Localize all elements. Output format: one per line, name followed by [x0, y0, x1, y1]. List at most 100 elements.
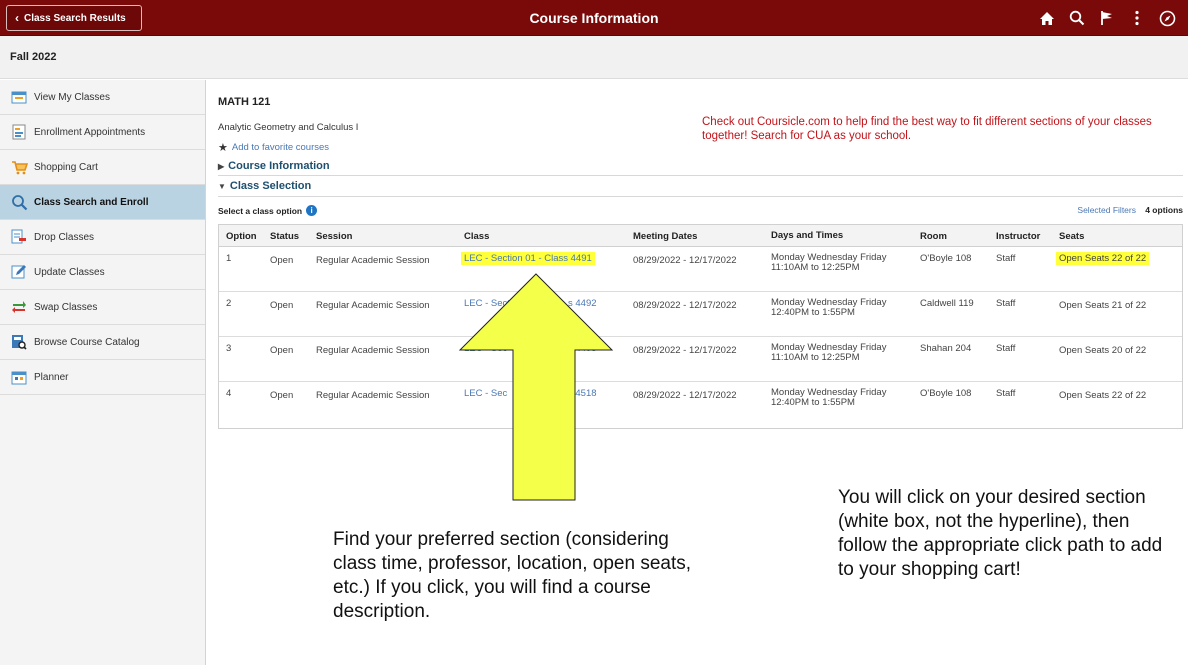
caret-down-icon: ▼	[218, 181, 226, 191]
row-class-link-tail[interactable]: s 4518	[568, 388, 597, 399]
row-session: Regular Academic Session	[316, 345, 430, 356]
class-option-row-3[interactable]: 3 Open Regular Academic Session LEC - Se…	[219, 337, 1182, 382]
class-option-row-4[interactable]: 4 Open Regular Academic Session LEC - Se…	[219, 382, 1182, 428]
page-title: Course Information	[529, 10, 659, 26]
row-session: Regular Academic Session	[316, 255, 430, 266]
sidebar-item-swap-classes[interactable]: Swap Classes	[0, 290, 205, 325]
row-days-and-times: Monday Wednesday Friday 11:10AM to 12:25P…	[771, 343, 886, 363]
catalog-icon	[10, 334, 28, 350]
compass-icon[interactable]	[1152, 0, 1182, 36]
row-times: 12:40PM to 1:55PM	[771, 397, 855, 408]
divider	[218, 175, 1183, 176]
header-option: Option	[226, 231, 257, 242]
row-option: 4	[226, 388, 232, 399]
instruction-note-click-section: You will click on your desired section (…	[838, 487, 1163, 580]
row-room: O'Boyle 108	[920, 388, 972, 399]
course-information-section-toggle[interactable]: ▶ Course Information	[218, 160, 330, 172]
search-icon	[10, 194, 28, 210]
sidebar-item-planner[interactable]: Planner	[0, 360, 205, 395]
class-options-bar: Select a class option i Selected Filters…	[218, 204, 1183, 218]
instruction-note-find-section: Find your preferred section (considering…	[333, 529, 692, 622]
sidebar-item-shopping-cart[interactable]: Shopping Cart	[0, 150, 205, 185]
sidebar-item-label: Browse Course Catalog	[34, 336, 140, 348]
options-count: 4 options	[1145, 205, 1183, 215]
sidebar-item-label: Update Classes	[34, 266, 105, 278]
term-bar: Fall 2022	[0, 36, 1188, 79]
row-meeting-dates: 08/29/2022 - 12/17/2022	[633, 255, 737, 266]
sidebar: View My Classes Enrollment Appointments …	[0, 80, 206, 665]
sidebar-item-view-my-classes[interactable]: View My Classes	[0, 80, 205, 115]
row-room: Caldwell 119	[920, 298, 974, 309]
row-instructor: Staff	[996, 253, 1016, 264]
cart-icon	[10, 159, 28, 175]
header-room: Room	[920, 231, 947, 242]
header-meeting-dates: Meeting Dates	[633, 231, 698, 242]
row-instructor: Staff	[996, 298, 1016, 309]
row-class-link[interactable]: LEC - Section 01 - Class 4491	[461, 252, 595, 265]
header-days-and-times: Days and Times	[771, 230, 844, 241]
row-days-and-times: Monday Wednesday Friday 12:40PM to 1:55PM	[771, 298, 886, 318]
top-actions	[1032, 0, 1182, 36]
course-code: MATH 121	[218, 96, 271, 108]
sidebar-item-update-classes[interactable]: Update Classes	[0, 255, 205, 290]
add-to-favorites-label: Add to favorite courses	[231, 142, 330, 153]
class-option-row-2[interactable]: 2 Open Regular Academic Session LEC - Se…	[219, 292, 1182, 337]
header-seats: Seats	[1059, 231, 1085, 242]
row-class-link[interactable]: LEC - Sec	[464, 388, 507, 399]
row-class-link[interactable]: LEC - Sec	[464, 343, 507, 354]
header-status: Status	[270, 231, 300, 242]
row-status: Open	[270, 300, 294, 311]
selected-filters-link[interactable]: Selected Filters	[1077, 205, 1136, 215]
sidebar-item-drop-classes[interactable]: Drop Classes	[0, 220, 205, 255]
sidebar-item-class-search-and-enroll[interactable]: Class Search and Enroll	[0, 185, 205, 220]
row-session: Regular Academic Session	[316, 300, 430, 311]
swap-icon	[10, 299, 28, 315]
row-meeting-dates: 08/29/2022 - 12/17/2022	[633, 390, 737, 401]
table-header: Option Status Session Class Meeting Date…	[219, 225, 1182, 247]
edit-icon	[10, 264, 28, 280]
row-seats: Open Seats 21 of 22	[1059, 300, 1147, 311]
sidebar-item-enrollment-appointments[interactable]: Enrollment Appointments	[0, 115, 205, 150]
calendar-icon	[10, 89, 28, 105]
row-times: 12:40PM to 1:55PM	[771, 307, 855, 318]
sidebar-item-label: View My Classes	[34, 91, 110, 103]
sidebar-item-browse-course-catalog[interactable]: Browse Course Catalog	[0, 325, 205, 360]
row-times: 11:10AM to 12:25PM	[771, 352, 860, 363]
row-days-and-times: Monday Wednesday Friday 11:10AM to 12:25P…	[771, 253, 886, 273]
row-room: Shahan 204	[920, 343, 972, 354]
home-icon[interactable]	[1032, 0, 1062, 36]
add-to-favorites-link[interactable]: ★ Add to favorite courses	[218, 141, 329, 154]
class-selection-section-toggle[interactable]: ▼ Class Selection	[218, 180, 311, 192]
course-information-heading: Course Information	[228, 160, 330, 172]
row-class-link[interactable]: LEC - Secti	[464, 298, 512, 309]
sidebar-item-label: Drop Classes	[34, 231, 95, 243]
sidebar-item-label: Class Search and Enroll	[34, 196, 149, 208]
back-button-label: Class Search Results	[24, 12, 126, 24]
divider	[218, 196, 1183, 197]
header-session: Session	[316, 231, 353, 242]
row-instructor: Staff	[996, 343, 1016, 354]
class-option-row-1[interactable]: 1 Open Regular Academic Session LEC - Se…	[219, 247, 1182, 292]
more-vertical-icon[interactable]	[1122, 0, 1152, 36]
sidebar-item-label: Planner	[34, 371, 69, 383]
row-instructor: Staff	[996, 388, 1016, 399]
appointment-icon	[10, 124, 28, 140]
top-bar: ‹ Class Search Results Course Informatio…	[0, 0, 1188, 36]
class-selection-heading: Class Selection	[229, 180, 312, 192]
course-title: Analytic Geometry and Calculus I	[218, 122, 359, 133]
row-class-link-tail[interactable]: s 4493	[568, 343, 597, 354]
row-seats: Open Seats 22 of 22	[1059, 390, 1147, 401]
chevron-left-icon: ‹	[15, 11, 19, 25]
row-meeting-dates: 08/29/2022 - 12/17/2022	[633, 345, 737, 356]
row-status: Open	[270, 255, 294, 266]
row-class-link-tail[interactable]: s 4492	[568, 298, 597, 309]
info-icon[interactable]: i	[306, 205, 318, 216]
search-icon[interactable]	[1062, 0, 1092, 36]
flag-icon[interactable]	[1092, 0, 1122, 36]
row-status: Open	[270, 390, 294, 401]
select-class-option-label: Select a class option i	[218, 205, 318, 216]
row-meeting-dates: 08/29/2022 - 12/17/2022	[633, 300, 737, 311]
class-options-table: Option Status Session Class Meeting Date…	[218, 224, 1183, 429]
back-to-search-results-button[interactable]: ‹ Class Search Results	[6, 5, 142, 31]
row-seats: Open Seats 20 of 22	[1059, 345, 1147, 356]
